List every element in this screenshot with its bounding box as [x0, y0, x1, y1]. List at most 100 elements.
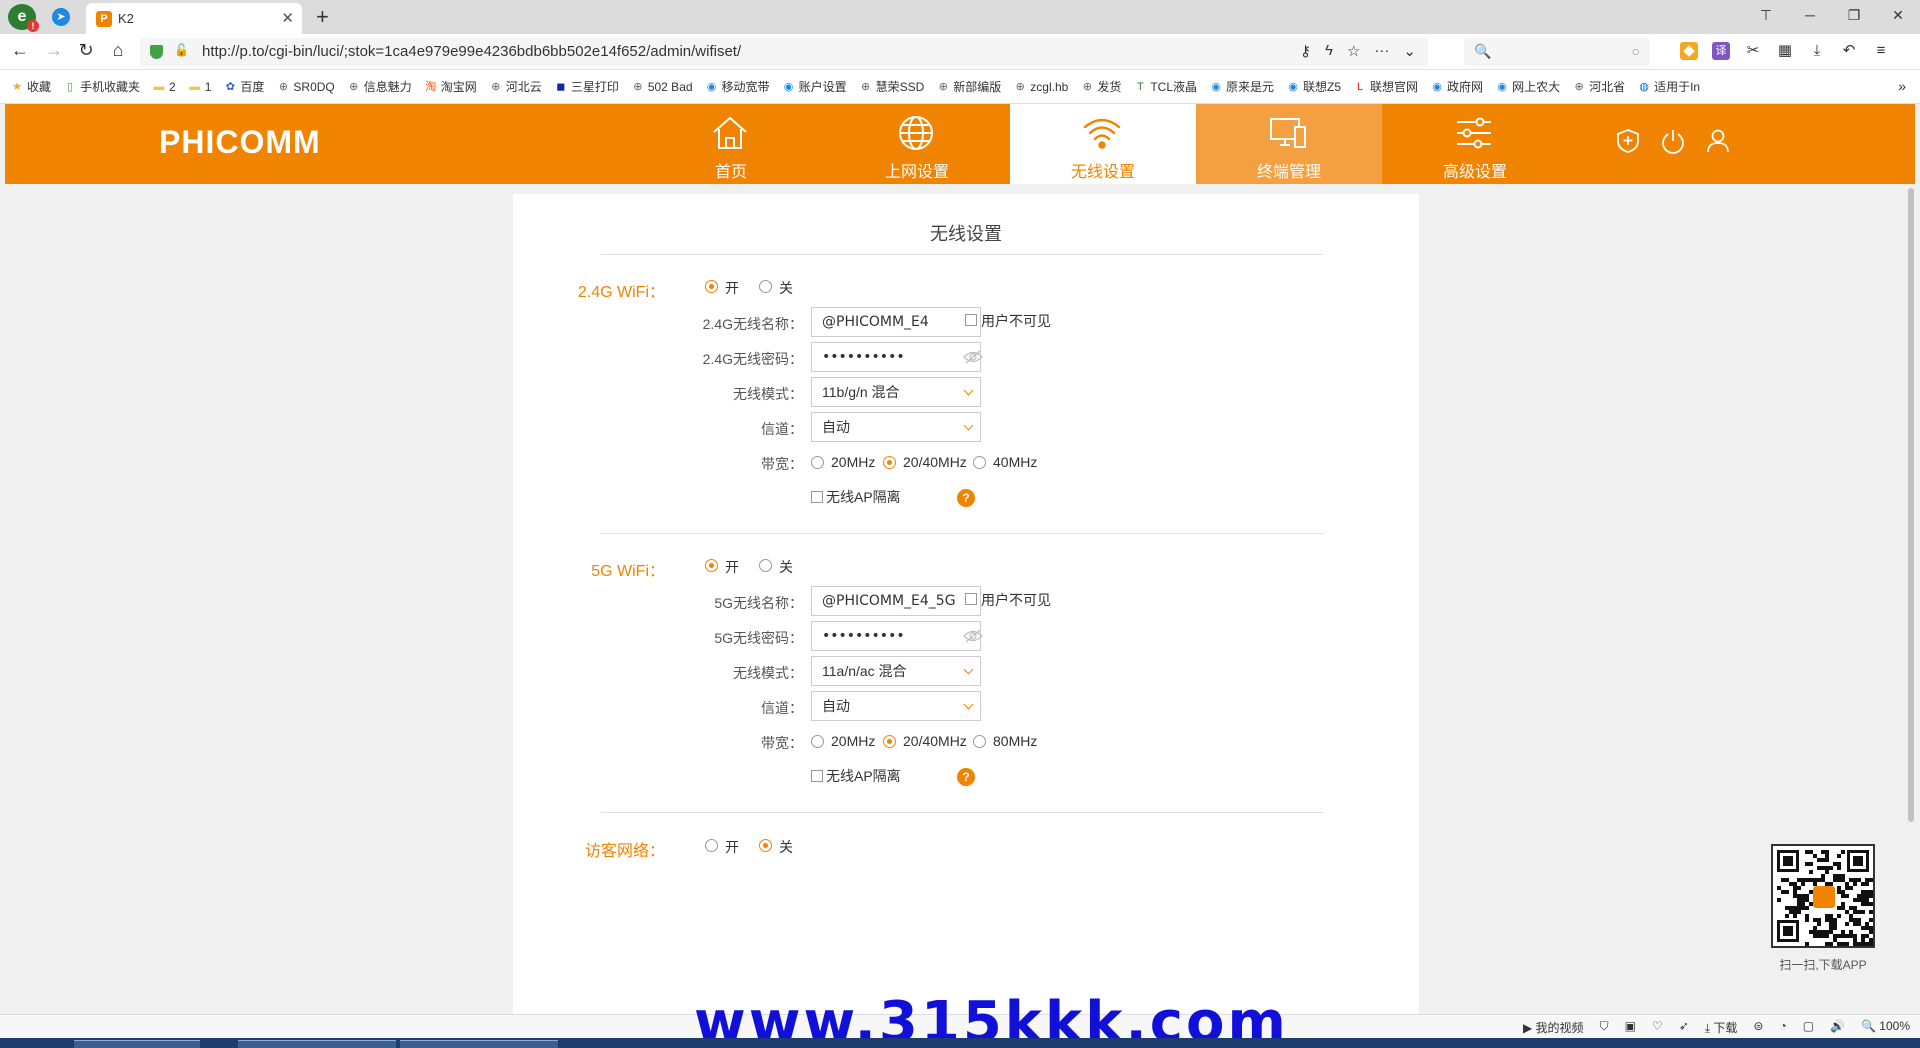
wifi24-channel-select[interactable]: 自动	[811, 412, 981, 442]
heart-icon[interactable]: ♡	[1652, 1019, 1663, 1036]
wifi5-ssid-input[interactable]: @PHICOMM_E4_5G	[811, 586, 981, 616]
volume-icon[interactable]: 🔊	[1830, 1019, 1845, 1036]
taskbar-item[interactable]	[238, 1040, 396, 1048]
download-icon[interactable]: ⤓	[1808, 42, 1826, 60]
wifi24-hidden-checkbox[interactable]	[965, 314, 977, 326]
wifi24-bw-2040-radio[interactable]	[883, 456, 896, 469]
nav-advanced[interactable]: 高级设置	[1382, 104, 1568, 184]
menu-icon[interactable]: ≡	[1872, 42, 1890, 60]
bookmark-item[interactable]: ◉ 移动宽带	[705, 78, 770, 95]
apps-grid-icon[interactable]: ▦	[1776, 42, 1794, 60]
taskbar-item[interactable]	[74, 1040, 200, 1048]
bookmark-item[interactable]: ⊕ SR0DQ	[276, 80, 335, 94]
bookmark-item[interactable]: L 联想官网	[1353, 78, 1418, 95]
wifi24-bw-20-radio[interactable]	[811, 456, 824, 469]
lightning-icon[interactable]: ϟ	[1325, 42, 1333, 60]
wifi5-off-radio[interactable]	[759, 559, 772, 572]
image-icon[interactable]: ▣	[1625, 1019, 1636, 1036]
home-icon[interactable]: ⌂	[106, 40, 130, 61]
guest-off-radio[interactable]	[759, 839, 772, 852]
browser-logo-icon[interactable]: e!	[8, 4, 39, 32]
scissors-icon[interactable]: ✂	[1744, 42, 1762, 60]
power-icon[interactable]	[1660, 128, 1686, 154]
browser-tab-active[interactable]: P K2 ✕	[86, 3, 302, 34]
help-icon[interactable]: ?	[957, 489, 975, 507]
wifi24-ap-isolation-checkbox[interactable]	[811, 491, 823, 503]
undo-icon[interactable]: ↶	[1840, 42, 1858, 60]
bookmark-item[interactable]: ◉ 网上农大	[1495, 78, 1560, 95]
wifi5-bw-2040-radio[interactable]	[883, 735, 896, 748]
bookmark-item[interactable]: ⊕ 信息魅力	[347, 78, 412, 95]
search-icon[interactable]: ○	[1632, 43, 1640, 59]
wifi24-off-radio[interactable]	[759, 280, 772, 293]
back-icon[interactable]: ←	[8, 40, 32, 61]
security-shield-icon[interactable]	[150, 45, 163, 59]
network-icon[interactable]: ⊜	[1753, 1019, 1763, 1036]
bookmark-item[interactable]: ▯ 手机收藏夹	[63, 78, 140, 95]
bookmark-item[interactable]: ⊕ 河北省	[1572, 78, 1625, 95]
nav-internet[interactable]: 上网设置	[824, 104, 1010, 184]
wifi5-channel-select[interactable]: 自动	[811, 691, 981, 721]
bookmark-item[interactable]: ▬ 1	[188, 80, 211, 94]
wifi24-bw-40-radio[interactable]	[973, 456, 986, 469]
download-icon[interactable]: ⤓ 下载	[1705, 1019, 1738, 1036]
wifi5-password-input[interactable]: ••••••••••	[811, 621, 981, 651]
wifi24-mode-select[interactable]: 11b/g/n 混合	[811, 377, 981, 407]
bookmark-item[interactable]: ◉ 政府网	[1430, 78, 1483, 95]
new-tab-icon[interactable]: +	[316, 4, 329, 30]
bookmark-item[interactable]: 淘淘宝网	[424, 78, 477, 95]
nav-home[interactable]: 首页	[638, 104, 824, 184]
forward-icon[interactable]: →	[42, 40, 66, 61]
wifi5-hidden-checkbox[interactable]	[965, 593, 977, 605]
wifi5-on-radio[interactable]	[705, 559, 718, 572]
minimize-icon[interactable]: ─	[1788, 0, 1832, 30]
wifi5-bw-20-radio[interactable]	[811, 735, 824, 748]
bookmark-item[interactable]: ★ 收藏	[10, 78, 51, 95]
user-icon[interactable]	[1705, 128, 1731, 154]
bookmark-item[interactable]: ◉ 联想Z5	[1286, 78, 1341, 95]
bookmark-item[interactable]: ◉ 原来是元	[1209, 78, 1274, 95]
bookmark-item[interactable]: ⊕ 河北云	[489, 78, 542, 95]
key-icon[interactable]: ⚷	[1300, 42, 1311, 60]
eye-hidden-icon[interactable]	[963, 629, 983, 643]
more-icon[interactable]: ···	[1374, 42, 1389, 60]
search-engine-icon[interactable]: 🔍	[1474, 43, 1491, 60]
bookmark-item[interactable]: ▬ 2	[152, 80, 176, 94]
bookmark-item[interactable]: T TCL液晶	[1133, 78, 1197, 95]
help-icon[interactable]: ?	[957, 768, 975, 786]
restore-icon[interactable]: ❐	[1832, 0, 1876, 30]
page-scrollbar[interactable]	[1907, 184, 1915, 1014]
bookmark-item[interactable]: ⊕ 发货	[1080, 78, 1122, 95]
search-input[interactable]: 🔍 ○	[1464, 38, 1650, 66]
bookmark-item[interactable]: ⊕ zcgl.hb	[1013, 80, 1069, 94]
reload-icon[interactable]: ↻	[74, 40, 98, 61]
translate-icon[interactable]: 译	[1712, 42, 1730, 60]
shield-icon[interactable]: ⛉	[1600, 1019, 1609, 1036]
pinned-tab-icon[interactable]: ➤	[52, 8, 70, 26]
close-window-icon[interactable]: ✕	[1876, 0, 1920, 30]
brand-logo[interactable]: PHICOMM	[159, 124, 321, 161]
wifi5-bw-80-radio[interactable]	[973, 735, 986, 748]
zoom-control[interactable]: 🔍 100%	[1861, 1019, 1910, 1036]
url-field[interactable]: 🔓 http://p.to/cgi-bin/luci/;stok=1ca4e97…	[140, 38, 1428, 66]
star-icon[interactable]: ☆	[1347, 42, 1360, 60]
bookmark-item[interactable]: ✿ 百度	[223, 78, 265, 95]
wifi24-on-radio[interactable]	[705, 280, 718, 293]
security-shield-icon[interactable]	[1615, 128, 1641, 154]
bookmark-item[interactable]: ◉ 账户设置	[782, 78, 847, 95]
wifi5-ap-isolation-checkbox[interactable]	[811, 770, 823, 782]
url-text[interactable]: http://p.to/cgi-bin/luci/;stok=1ca4e979e…	[202, 43, 741, 60]
speed-icon[interactable]: ◔	[1779, 1019, 1786, 1036]
bookmarks-more-icon[interactable]: »	[1898, 78, 1906, 94]
shirt-icon[interactable]: ⊤	[1744, 0, 1788, 30]
wifi24-ssid-input[interactable]: @PHICOMM_E4	[811, 307, 981, 337]
window-icon[interactable]: ▢	[1803, 1019, 1814, 1036]
eye-hidden-icon[interactable]	[963, 350, 983, 364]
shield-ext-icon[interactable]: ◆	[1680, 42, 1698, 60]
guest-on-radio[interactable]	[705, 839, 718, 852]
insecure-icon[interactable]: 🔓	[174, 43, 189, 57]
nav-wireless[interactable]: 无线设置	[1010, 104, 1196, 184]
scroll-thumb[interactable]	[1908, 188, 1914, 822]
bookmark-item[interactable]: ⊕ 502 Bad	[631, 80, 692, 94]
bookmark-item[interactable]: ⊕ 新部编版	[936, 78, 1002, 95]
